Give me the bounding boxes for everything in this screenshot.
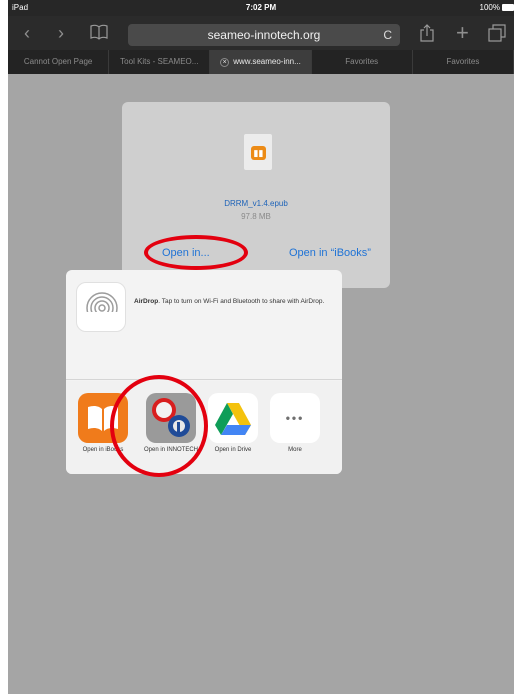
book-icon[interactable] bbox=[90, 24, 108, 44]
airdrop-section: AirDrop. Tap to turn on Wi-Fi and Blueto… bbox=[66, 270, 342, 380]
reload-icon[interactable]: C bbox=[383, 24, 392, 46]
clock: 7:02 PM bbox=[245, 3, 277, 12]
tab-cannot-open-page[interactable]: Cannot Open Page bbox=[8, 50, 110, 74]
open-in-ibooks-button[interactable]: Open in “iBooks” bbox=[289, 247, 371, 259]
tab-tool-kits[interactable]: Tool Kits - SEAMEO... bbox=[109, 50, 211, 74]
more-icon: ••• bbox=[270, 393, 320, 443]
app-label: More bbox=[288, 447, 302, 453]
file-name: DRRM_v1.4.epub bbox=[224, 199, 288, 208]
tab-bar: Cannot Open Page Tool Kits - SEAMEO... ×… bbox=[8, 50, 514, 74]
browser-toolbar: ‹ › seameo-innotech.org C + bbox=[8, 16, 514, 50]
more-apps-button[interactable]: ••• More bbox=[266, 393, 324, 454]
chevron-left-icon[interactable]: ‹ bbox=[24, 23, 30, 43]
airdrop-icon[interactable] bbox=[76, 282, 126, 332]
ipad-screen: iPad 7:02 PM 100% ‹ › seameo-innotech.or… bbox=[8, 0, 514, 694]
file-size: 97.8 MB bbox=[241, 212, 271, 221]
chevron-right-icon[interactable]: › bbox=[58, 23, 64, 43]
highlight-ring-innotech bbox=[110, 375, 208, 477]
address-bar[interactable]: seameo-innotech.org C bbox=[128, 24, 400, 46]
plus-icon[interactable]: + bbox=[456, 22, 469, 44]
tab-favorites-2[interactable]: Favorites bbox=[413, 50, 514, 74]
tab-label: www.seameo-inn... bbox=[233, 57, 301, 66]
tabs-icon[interactable] bbox=[488, 24, 506, 46]
ibooks-badge-icon: ▮▮ bbox=[251, 146, 266, 160]
highlight-ring-open-in bbox=[144, 235, 248, 270]
google-drive-icon bbox=[208, 393, 258, 443]
status-bar: iPad 7:02 PM 100% bbox=[8, 0, 514, 16]
airdrop-title: AirDrop bbox=[134, 298, 159, 305]
battery-percent: 100% bbox=[479, 3, 500, 12]
tab-seameo-active[interactable]: × www.seameo-inn... bbox=[210, 50, 312, 74]
airdrop-description: AirDrop. Tap to turn on Wi-Fi and Blueto… bbox=[134, 298, 329, 306]
airdrop-body: . Tap to turn on Wi-Fi and Bluetooth to … bbox=[158, 298, 325, 305]
share-icon[interactable] bbox=[420, 24, 434, 46]
close-tab-icon[interactable]: × bbox=[220, 58, 230, 67]
document-icon: ▮▮ bbox=[244, 134, 272, 170]
app-label: Open in Drive bbox=[214, 447, 252, 453]
url-text: seameo-innotech.org bbox=[207, 28, 321, 42]
battery-icon bbox=[502, 4, 514, 11]
open-in-drive-app[interactable]: Open in Drive bbox=[204, 393, 262, 454]
tab-favorites-1[interactable]: Favorites bbox=[312, 50, 413, 74]
